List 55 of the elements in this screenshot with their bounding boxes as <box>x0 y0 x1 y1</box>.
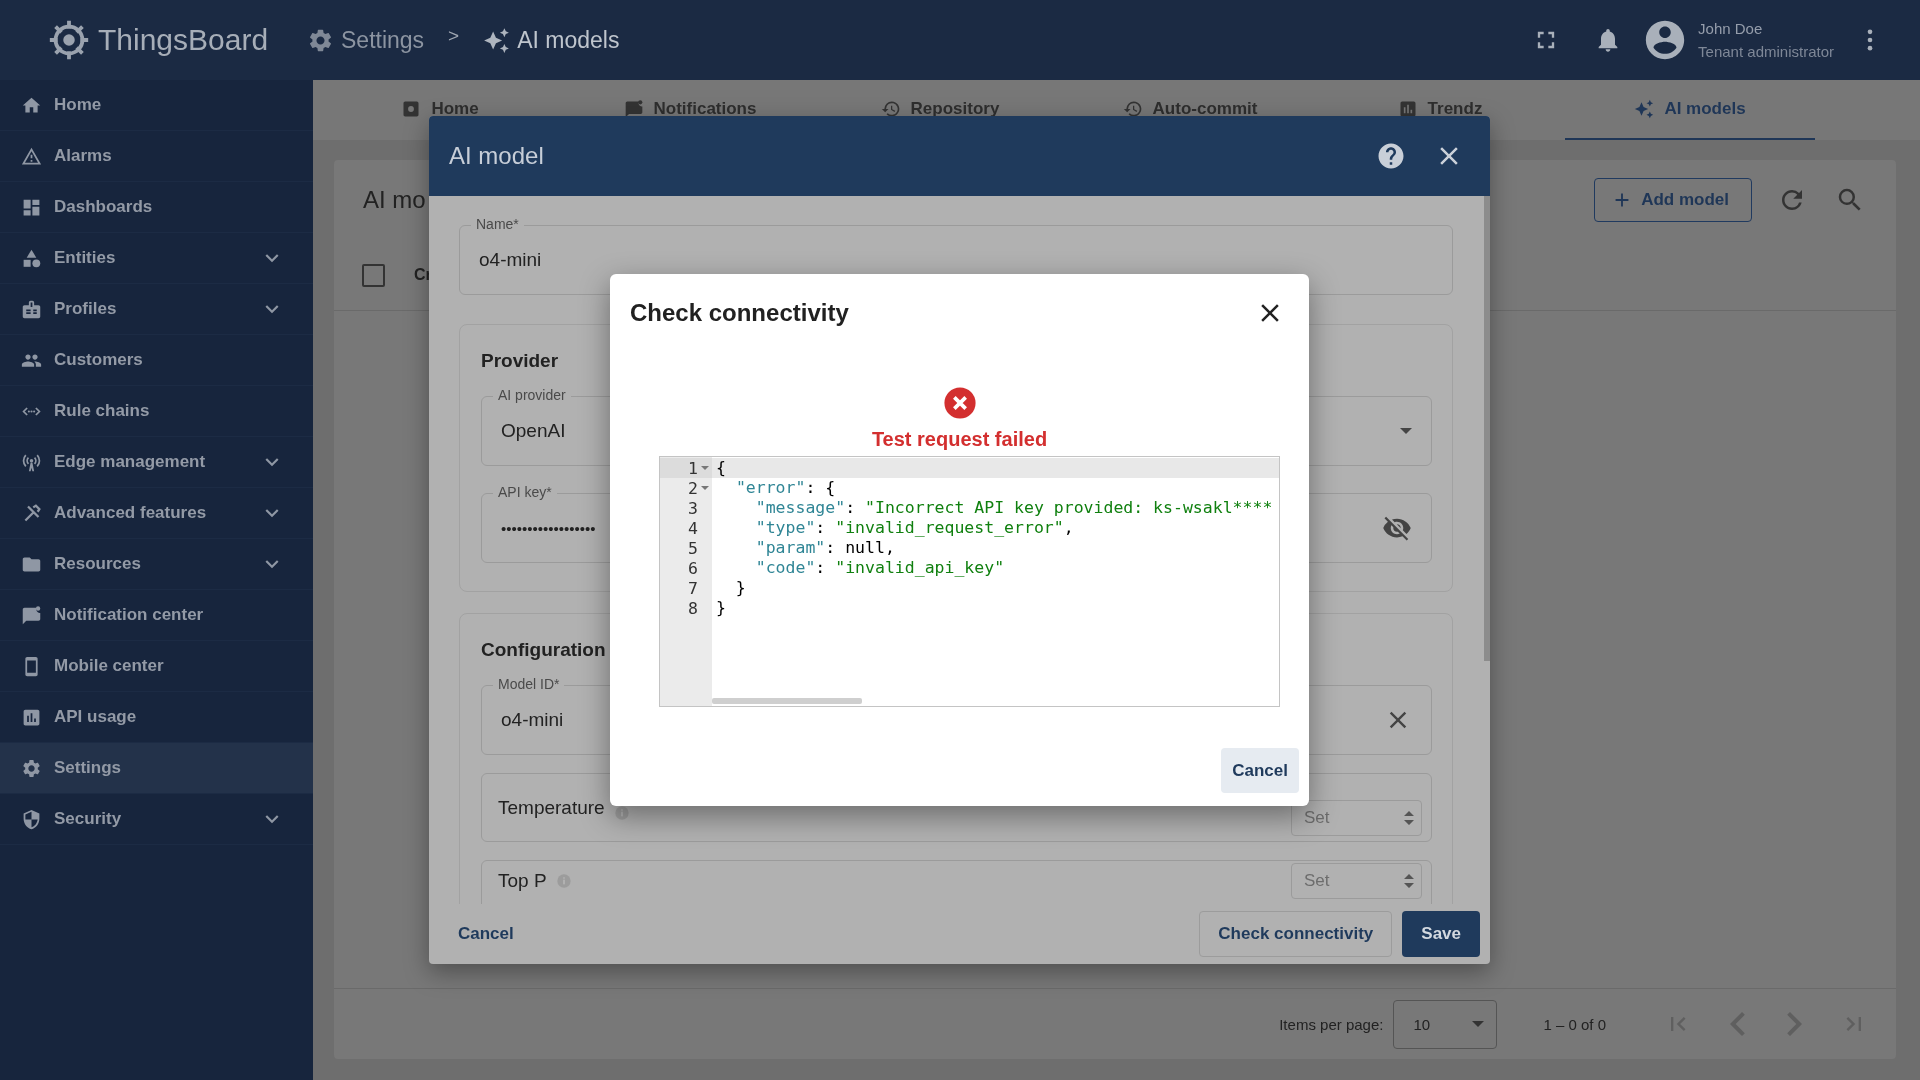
column-header[interactable]: Cr <box>414 266 432 284</box>
page-title: AI mo <box>363 186 426 214</box>
line-number: 8 <box>688 598 698 618</box>
tab[interactable]: Repository <box>815 80 1065 140</box>
breadcrumb-current: AI models <box>517 26 620 54</box>
section-title: Configuration <box>481 638 606 662</box>
page-range: 1 – 0 of 0 <box>1543 1015 1606 1033</box>
cancel-button[interactable]: Cancel <box>1221 748 1299 793</box>
number-field[interactable]: Set <box>1291 800 1422 836</box>
add-model-button[interactable]: Add model <box>1594 178 1752 222</box>
line-number: 4 <box>688 518 698 538</box>
line-number: 3 <box>688 498 698 518</box>
user-role: Tenant administrator <box>1698 43 1834 60</box>
dialog-title: AI model <box>449 142 544 170</box>
page-size-select[interactable]: 10 <box>1393 999 1498 1049</box>
user-name: John Doe <box>1698 20 1764 37</box>
line-number: 5 <box>688 538 698 558</box>
code-line: } <box>734 578 747 598</box>
sidebar-item[interactable]: Dashboards <box>0 182 313 233</box>
check-connectivity-button[interactable]: Check connectivity <box>1199 911 1393 957</box>
tab[interactable]: Auto-commit <box>1065 80 1315 140</box>
section-title: Provider <box>481 349 559 373</box>
tab[interactable]: Home <box>315 80 565 140</box>
sidebar-item[interactable]: Settings <box>0 743 313 794</box>
code-line: "param": null, <box>754 538 896 558</box>
tab[interactable]: AI models <box>1565 80 1815 140</box>
line-number: 6 <box>688 558 698 578</box>
cancel-button[interactable]: Cancel <box>450 916 522 952</box>
sidebar-item[interactable]: Security <box>0 794 313 845</box>
line-number: 2 <box>688 478 698 498</box>
sidebar-item[interactable]: Notification center <box>0 590 313 641</box>
code-line: "type": "invalid_request_error", <box>754 518 1075 538</box>
code-line: "code": "invalid_api_key" <box>754 558 1006 578</box>
save-button[interactable]: Save <box>1402 911 1480 957</box>
dialog-title: Check connectivity <box>630 299 849 327</box>
number-field[interactable]: Set <box>1291 863 1422 899</box>
code-line: "message": "Incorrect API key provided: ks-wsakl**** <box>754 498 1274 518</box>
sidebar-item[interactable]: Entities <box>0 233 313 284</box>
sidebar-item[interactable]: Home <box>0 80 313 131</box>
sidebar-item[interactable]: Profiles <box>0 284 313 335</box>
breadcrumb-link[interactable]: Settings <box>341 26 425 54</box>
app-name: ThingsBoard <box>98 23 269 57</box>
line-number: 7 <box>688 578 698 598</box>
code-line: } <box>715 598 727 618</box>
parameter-label: Temperature <box>498 795 605 820</box>
sidebar-item[interactable]: Resources <box>0 539 313 590</box>
breadcrumb-separator: > <box>448 25 460 47</box>
parameter-label: Top P <box>498 869 547 893</box>
result-message: Test request failed <box>871 428 1048 451</box>
code-editor[interactable]: 1 2 3 4 5 6 7 8 { "error": { "message": "Incorrect API key provided: ks-wsakl**** "type": "invalid_request_error", "param": null, "code": "invalid_api_key" } } <box>659 456 1280 707</box>
line-number: 1 <box>688 458 698 478</box>
code-line: "error": { <box>734 478 837 498</box>
items-per-page-label: Items per page: <box>1279 1015 1384 1033</box>
tab[interactable]: Notifications <box>565 80 815 140</box>
tab[interactable]: Trendz <box>1315 80 1565 140</box>
